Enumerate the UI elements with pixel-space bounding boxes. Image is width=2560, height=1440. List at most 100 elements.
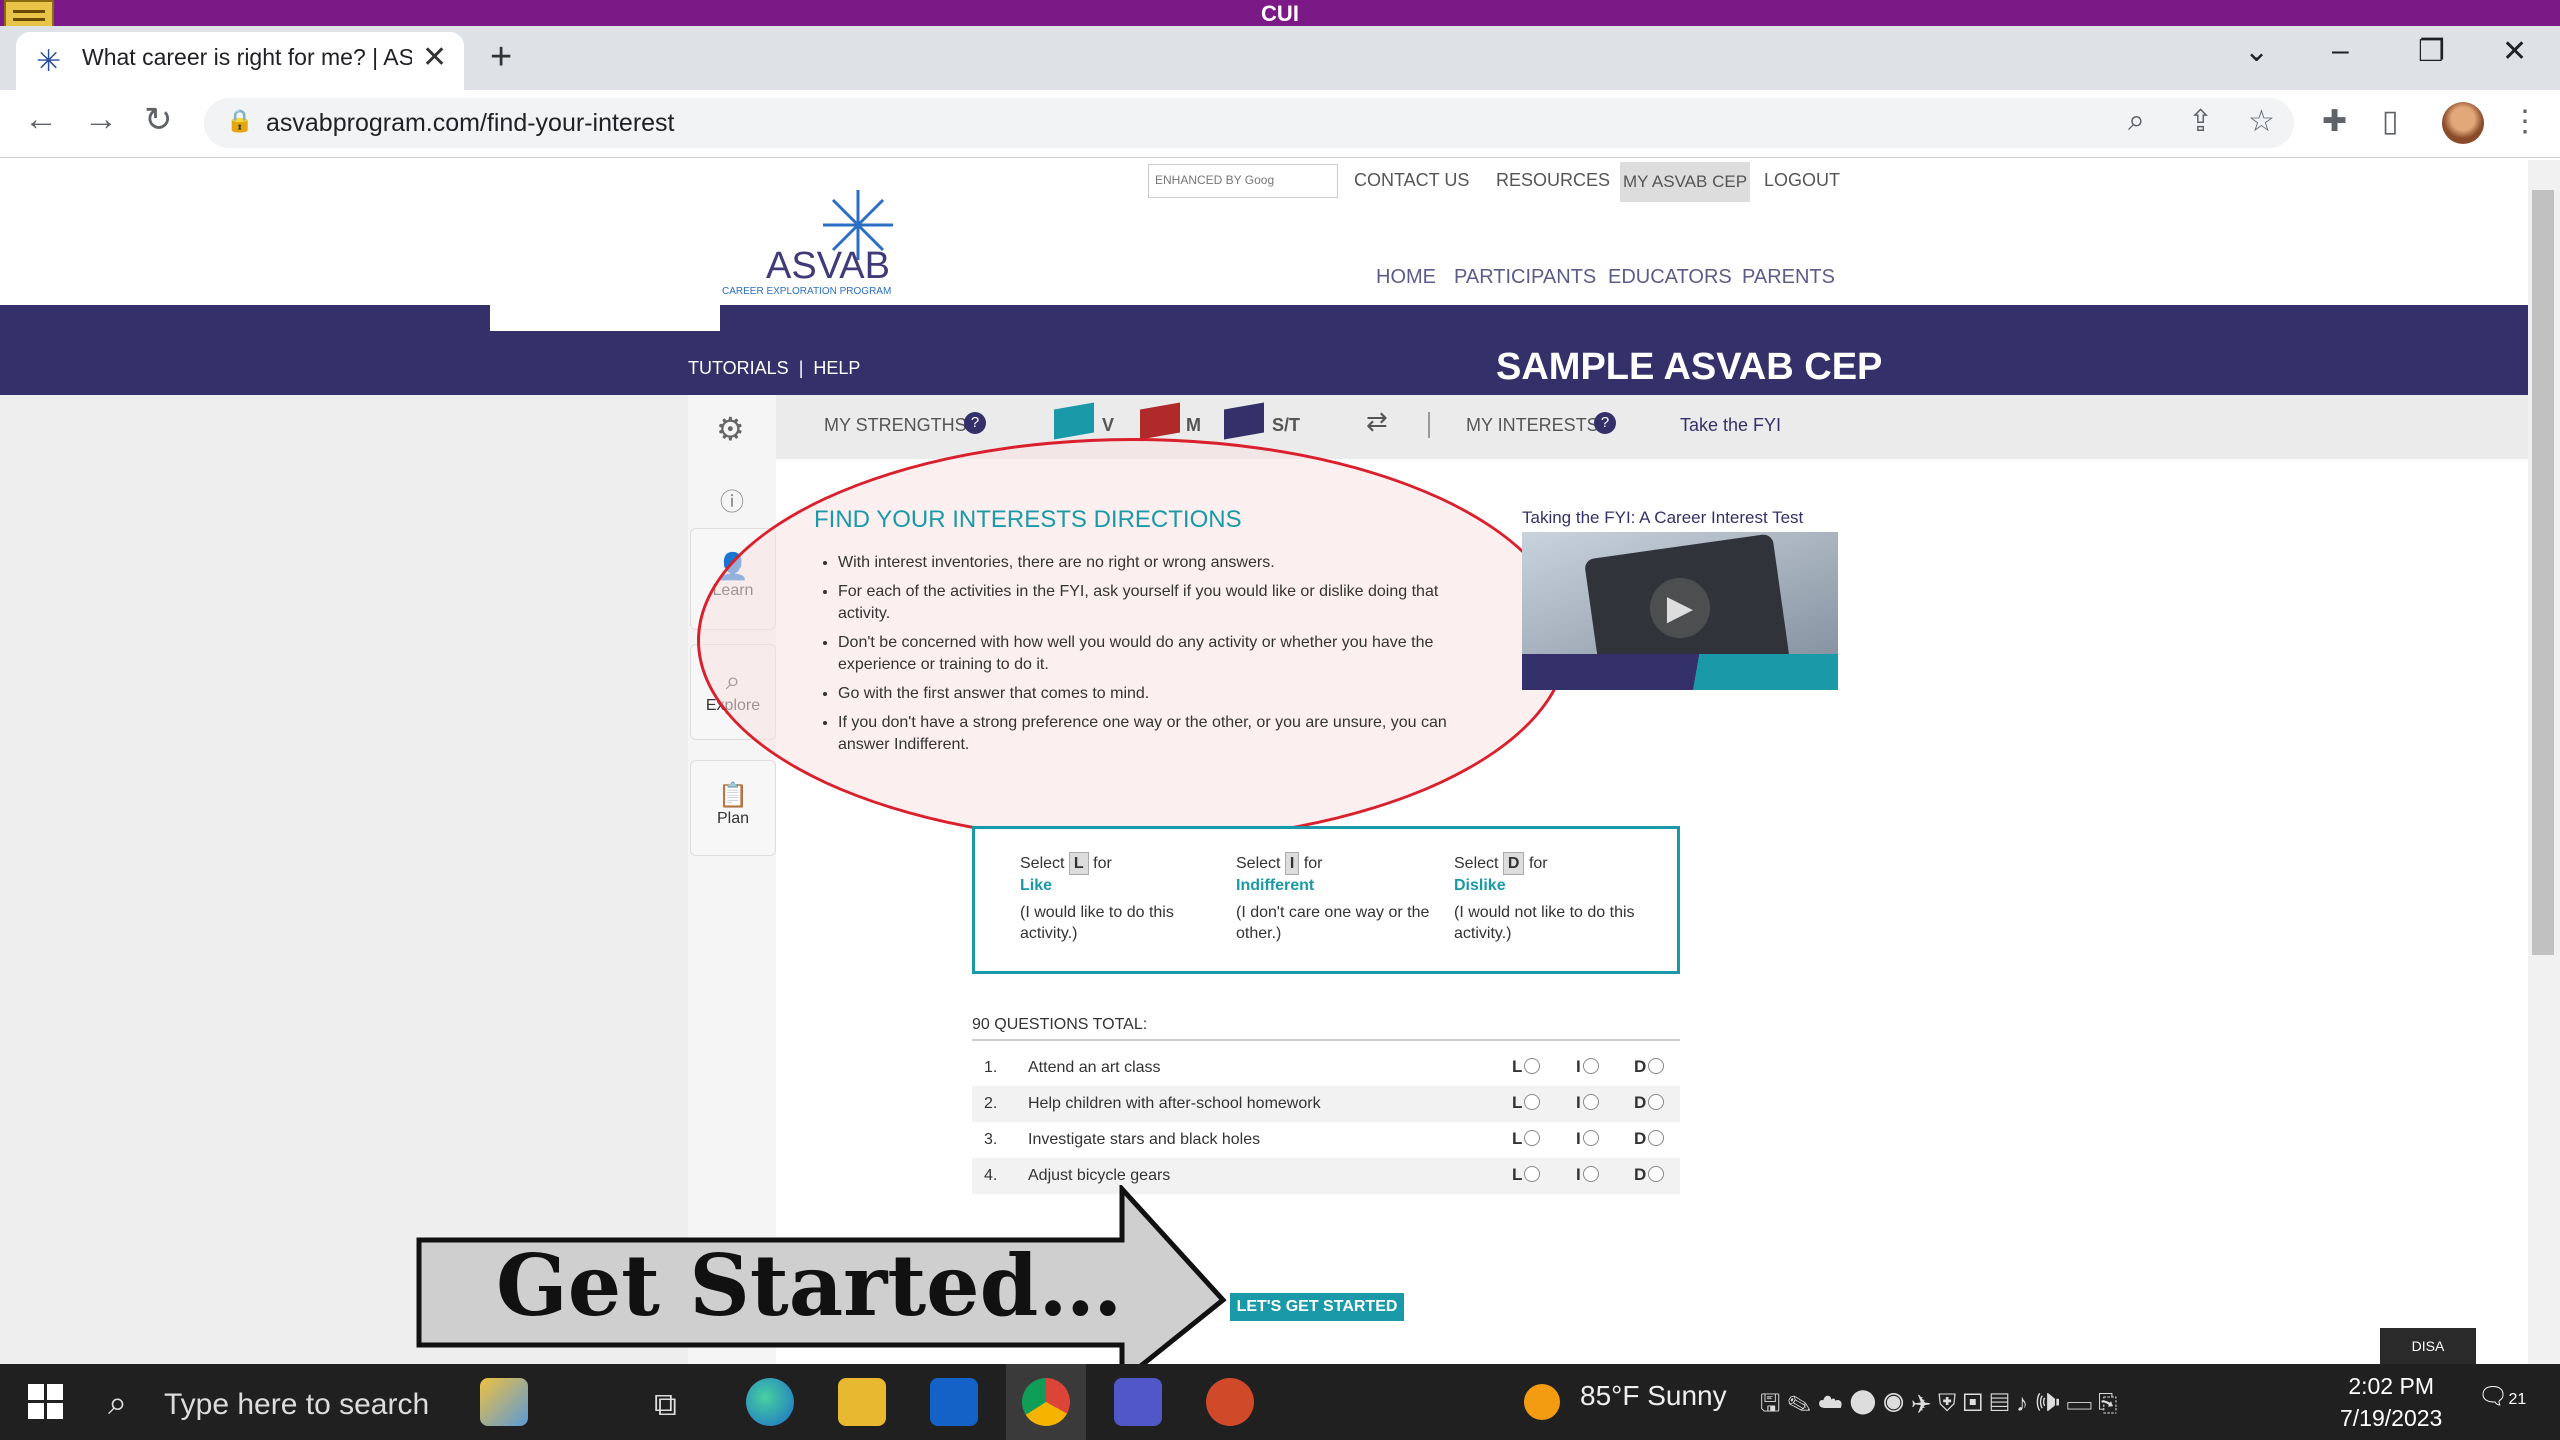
option-label: I [1576,1093,1581,1112]
video-thumbnail[interactable]: ▶ [1522,532,1838,690]
nav-home[interactable]: HOME [1376,266,1436,289]
radio-dislike[interactable] [1648,1094,1665,1110]
outlook-icon[interactable] [930,1378,978,1426]
option-label: L [1512,1129,1523,1148]
sidebar-plan[interactable]: 📋 Plan [690,760,776,856]
nav-educators[interactable]: EDUCATORS [1608,266,1732,289]
radio-dislike[interactable] [1648,1058,1665,1074]
video-title[interactable]: Taking the FYI: A Career Interest Test [1522,508,1803,528]
legend-indifferent: Select I for Indifferent (I don't care o… [1236,852,1436,944]
tab-close-icon[interactable]: ✕ [422,40,447,75]
back-icon[interactable]: ← [24,100,58,139]
reload-icon[interactable]: ↻ [144,100,173,140]
legend-for: for [1093,855,1112,872]
interests-help-icon[interactable]: ? [1594,412,1616,434]
option-like[interactable]: L [1512,1129,1541,1149]
side-panel-icon[interactable]: ▯ [2382,104,2399,139]
new-tab-button[interactable]: + [490,36,512,79]
tab-search-icon[interactable]: ⌄ [2244,34,2269,69]
tutorials-help-links[interactable]: TUTORIALS | HELP [688,358,860,379]
radio-like[interactable] [1524,1094,1541,1110]
radio-dislike[interactable] [1648,1130,1665,1146]
lets-get-started-button[interactable]: LET'S GET STARTED [1230,1293,1404,1321]
share-icon[interactable]: ⇪ [2188,104,2213,139]
sun-weather-icon[interactable] [1524,1384,1560,1420]
science-score-label[interactable]: S/T [1272,415,1300,436]
zoom-icon[interactable]: ⌕ [2128,104,2145,138]
tutorials-link[interactable]: TUTORIALS [688,358,789,378]
option-dislike[interactable]: D [1634,1129,1665,1149]
edge-icon[interactable] [746,1378,794,1426]
logout-link[interactable]: LOGOUT [1764,170,1840,191]
notification-center[interactable]: 🗨21 [2478,1382,2526,1411]
resources-link[interactable]: RESOURCES [1496,170,1610,191]
windows-start-icon[interactable] [28,1384,64,1420]
play-icon[interactable]: ▶ [1650,578,1710,638]
teams-icon[interactable] [1114,1378,1162,1426]
radio-like[interactable] [1524,1130,1541,1146]
lock-icon[interactable]: 🔒 [226,108,253,134]
scrollbar-thumb[interactable] [2532,190,2554,955]
verbal-score-label[interactable]: V [1102,415,1114,436]
option-label: L [1512,1165,1523,1184]
help-link[interactable]: HELP [813,358,860,378]
tab-title[interactable]: What career is right for me? | AS [82,44,412,71]
option-dislike[interactable]: D [1634,1093,1665,1113]
search-highlight-icon[interactable] [480,1378,528,1426]
nav-parents[interactable]: PARENTS [1742,266,1835,289]
question-row: 3. Investigate stars and black holes L I… [972,1122,1680,1158]
powerpoint-icon[interactable] [1206,1378,1254,1426]
question-text: Investigate stars and black holes [1028,1131,1261,1148]
option-indifferent[interactable]: I [1576,1129,1599,1149]
help-circle-icon[interactable]: ⓘ [720,482,744,517]
window-close-icon[interactable]: ✕ [2502,34,2527,69]
task-view-icon[interactable]: ⧉ [654,1386,677,1424]
asvab-logo[interactable]: ASVAB CAREER EXPLORATION PROGRAM [718,180,908,300]
radio-dislike[interactable] [1648,1166,1665,1182]
option-indifferent[interactable]: I [1576,1057,1599,1077]
contact-link[interactable]: CONTACT US [1354,170,1469,191]
radio-indifferent[interactable] [1582,1130,1599,1146]
taskbar-search-icon[interactable]: ⌕ [108,1384,127,1423]
my-cep-link[interactable]: MY ASVAB CEP [1620,162,1750,202]
disa-badge[interactable]: DISA [2380,1328,2476,1364]
radio-indifferent[interactable] [1582,1058,1599,1074]
notification-count: 21 [2508,1391,2527,1408]
system-tray-icons[interactable]: 🖫 ✎ ☁ ⬤ ◉ ✈ ⛨ ▣ ▤ ♪ 🕪 ▭ ⎘ [1760,1386,2117,1427]
file-explorer-icon[interactable] [838,1378,886,1426]
radio-like[interactable] [1524,1166,1541,1182]
taskbar-clock[interactable]: 2:02 PM 7/19/2023 [2340,1370,2442,1434]
radio-like[interactable] [1524,1058,1541,1074]
weather-text[interactable]: 85°F Sunny [1580,1380,1727,1412]
bookmark-star-icon[interactable]: ☆ [2248,104,2275,139]
settings-gear-icon[interactable]: ⚙ [716,410,745,448]
clock-date: 7/19/2023 [2340,1405,2443,1431]
profile-avatar[interactable] [2442,102,2484,144]
minimize-icon[interactable]: – [2332,34,2349,68]
chrome-icon[interactable] [1022,1378,1070,1426]
take-fyi-link[interactable]: Take the FYI [1680,415,1781,436]
extensions-icon[interactable]: ✚ [2322,104,2347,139]
option-like[interactable]: L [1512,1165,1541,1185]
math-score-label[interactable]: M [1186,415,1201,436]
menu-icon[interactable]: ⋮ [2510,104,2540,139]
option-like[interactable]: L [1512,1093,1541,1113]
url-text[interactable]: asvabprogram.com/find-your-interest [266,109,675,138]
option-indifferent[interactable]: I [1576,1093,1599,1113]
option-label: L [1512,1057,1523,1076]
option-dislike[interactable]: D [1634,1057,1665,1077]
nav-participants[interactable]: PARTICIPANTS [1454,266,1596,289]
refresh-link-icon[interactable]: ⇄ [1366,406,1388,437]
radio-indifferent[interactable] [1582,1166,1599,1182]
taskbar-search-input[interactable]: Type here to search [164,1388,429,1422]
option-like[interactable]: L [1512,1057,1541,1077]
option-dislike[interactable]: D [1634,1165,1665,1185]
option-indifferent[interactable]: I [1576,1165,1599,1185]
restore-icon[interactable]: ❐ [2418,34,2445,69]
direction-item: For each of the activities in the FYI, a… [838,581,1488,625]
question-number: 2. [984,1095,998,1112]
strengths-help-icon[interactable]: ? [964,412,986,434]
radio-indifferent[interactable] [1582,1094,1599,1110]
site-search-input[interactable]: ENHANCED BY Goog [1148,164,1338,198]
forward-icon[interactable]: → [84,100,118,139]
